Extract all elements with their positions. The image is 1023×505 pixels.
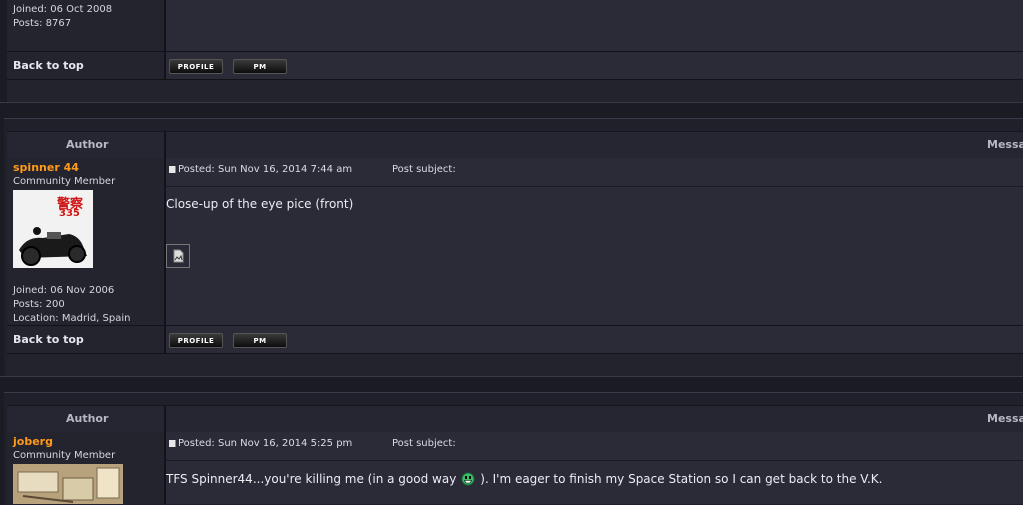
message-column-header: Messa xyxy=(987,138,1023,151)
post-top-joined: Joined: 06 Oct 2008 xyxy=(13,4,113,15)
post-spinner-subject: Post subject: xyxy=(392,164,456,175)
post-joberg-message-part1: TFS Spinner44...you're killing me (in a … xyxy=(166,472,457,486)
avatar xyxy=(13,464,123,504)
post-top-posts: Posts: 8767 xyxy=(13,18,72,29)
back-to-top-link[interactable]: Back to top xyxy=(13,333,84,346)
post-icon[interactable] xyxy=(169,166,176,173)
author-column-header: Author xyxy=(66,412,109,425)
post-spinner-location: Location: Madrid, Spain xyxy=(13,313,131,324)
post-spinner-footer-right xyxy=(166,326,1023,353)
post-joberg-message-part2: ). I'm eager to finish my Space Station … xyxy=(480,472,883,486)
post-spinner-joined: Joined: 06 Nov 2006 xyxy=(13,285,115,296)
post-joberg-subject: Post subject: xyxy=(392,438,456,449)
post-top-spacer xyxy=(7,80,1023,102)
post-joberg-username[interactable]: joberg xyxy=(13,435,53,448)
post-spinner-message-cell xyxy=(166,158,1023,325)
model-photo-icon xyxy=(13,464,123,504)
post-spinner-spacer xyxy=(7,354,1023,376)
post-spinner-posted: Posted: Sun Nov 16, 2014 7:44 am xyxy=(178,164,353,175)
profile-button[interactable]: PROFILE xyxy=(169,333,223,348)
smiley-icon xyxy=(461,472,475,486)
pm-button[interactable]: PM xyxy=(233,59,287,74)
profile-button[interactable]: PROFILE xyxy=(169,59,223,74)
post-joberg-posted: Posted: Sun Nov 16, 2014 5:25 pm xyxy=(178,438,353,449)
post-spinner-message: Close-up of the eye pice (front) xyxy=(166,197,354,211)
broken-image-icon[interactable] xyxy=(166,244,190,268)
post-icon[interactable] xyxy=(169,440,176,447)
back-to-top-link[interactable]: Back to top xyxy=(13,59,84,72)
message-column-header: Messa xyxy=(987,412,1023,425)
post-spinner-username[interactable]: spinner 44 xyxy=(13,161,79,174)
post-spinner-header xyxy=(7,131,1023,159)
avatar: 警察 335 xyxy=(13,190,93,268)
post-top-footer-right xyxy=(166,52,1023,79)
motorcycle-icon xyxy=(19,227,87,266)
post-joberg-rank: Community Member xyxy=(13,450,116,461)
author-column-header: Author xyxy=(66,138,109,151)
post-top-message-cell xyxy=(166,0,1023,51)
pm-button[interactable]: PM xyxy=(233,333,287,348)
post-joberg-message: TFS Spinner44...you're killing me (in a … xyxy=(166,472,882,486)
post-joberg-header xyxy=(7,405,1023,433)
post-spinner-rank: Community Member xyxy=(13,176,116,187)
post-spinner-posts: Posts: 200 xyxy=(13,299,65,310)
